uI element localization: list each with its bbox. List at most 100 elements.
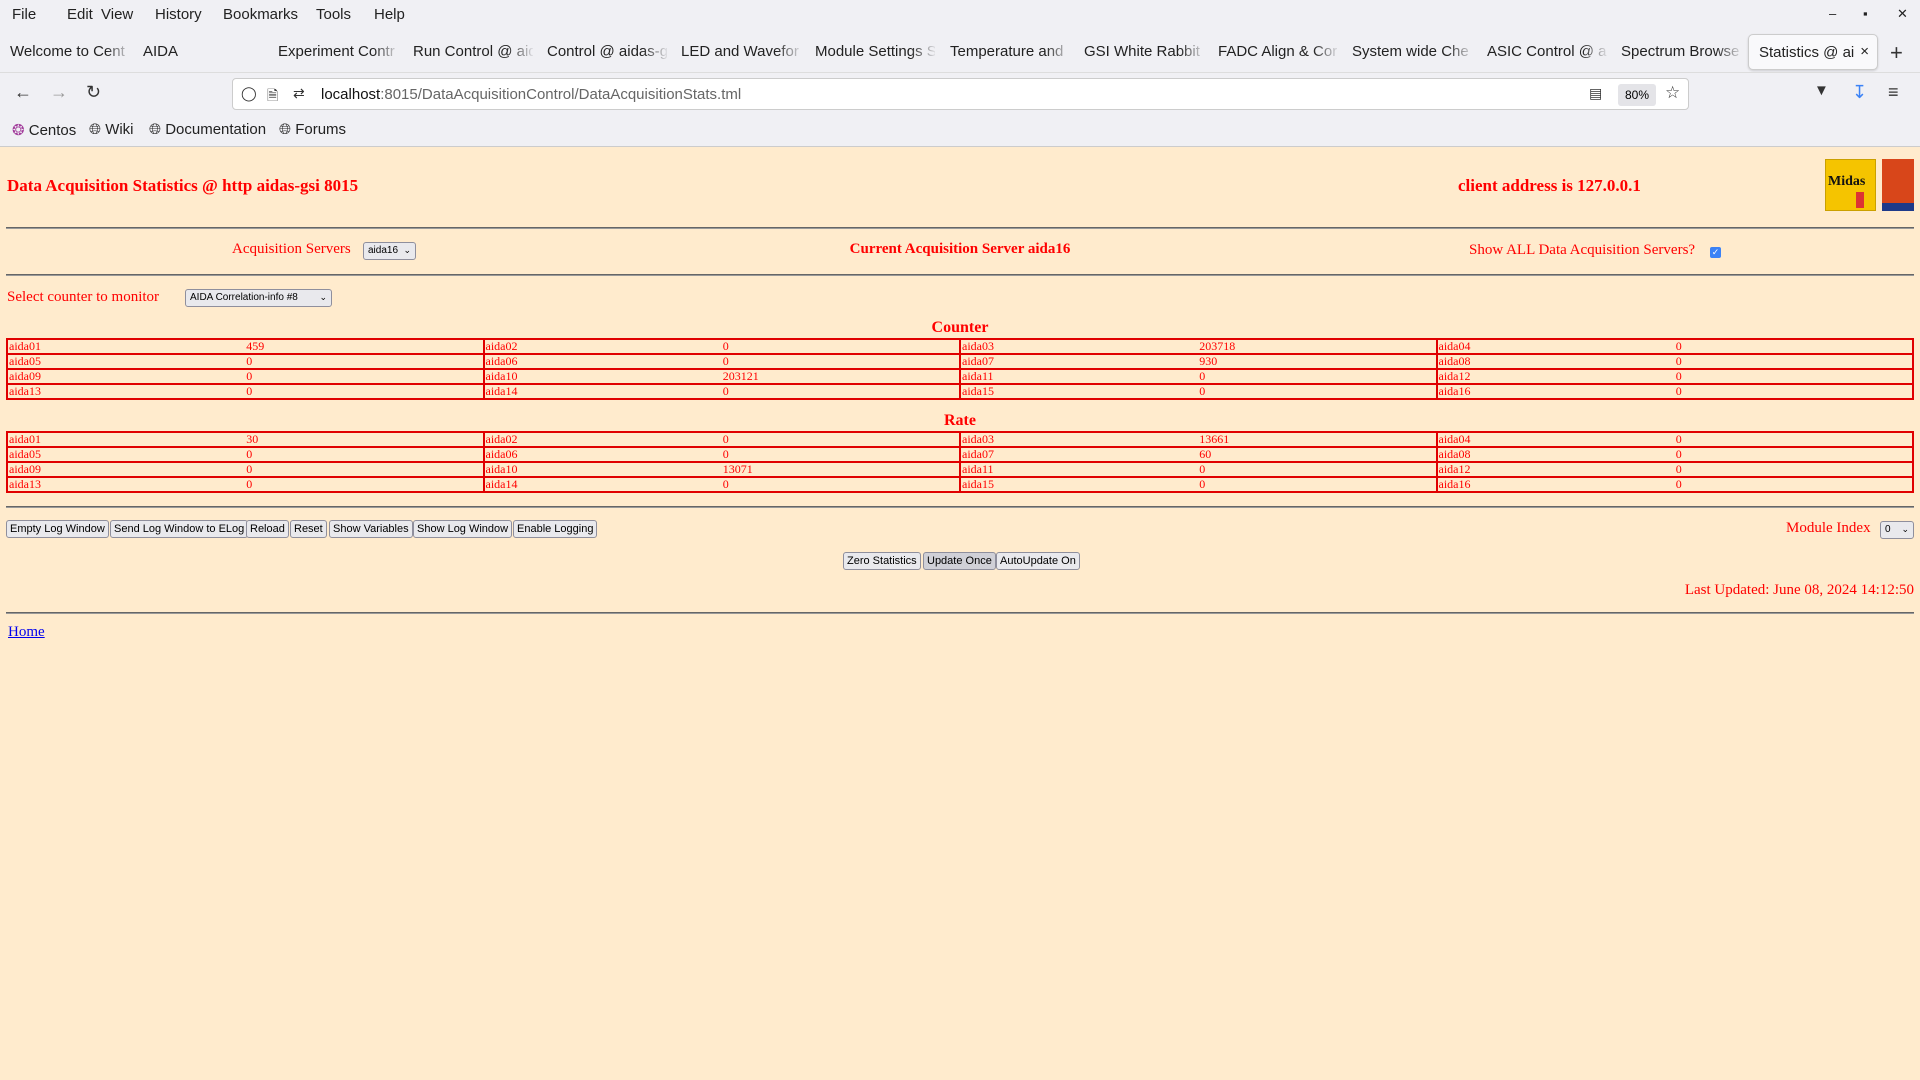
download-icon[interactable]: ↧ [1852, 82, 1867, 103]
cell-value: 0 [1674, 338, 1915, 355]
show-all-checkbox[interactable]: ✓ [1710, 247, 1721, 258]
cell-server: aida03 [958, 431, 1199, 448]
cell-server: aida15 [958, 383, 1199, 400]
tab-label: FADC Align & Cor [1218, 43, 1338, 60]
tab[interactable]: Temperature and [940, 34, 1072, 70]
tab[interactable]: Run Control @ aid [403, 34, 535, 70]
globe-icon: 🌐︎ [149, 121, 162, 138]
update-once-button[interactable]: Update Once [923, 552, 996, 570]
rate-heading: Rate [944, 412, 976, 429]
zoom-level[interactable]: 80% [1618, 84, 1656, 106]
menu-view[interactable]: View [101, 6, 133, 23]
divider [6, 274, 1914, 276]
tab-label: Welcome to Cent [10, 43, 125, 60]
send-log-window-to-elog-button[interactable]: Send Log Window to ELog [110, 520, 249, 538]
cell-value: 459 [245, 338, 484, 355]
cell-value: 0 [721, 338, 960, 355]
tab[interactable]: LED and Wavefor [671, 34, 803, 70]
reset-button[interactable]: Reset [290, 520, 327, 538]
cell-value: 0 [1674, 431, 1915, 448]
cell-server: aida08 [1435, 446, 1675, 463]
minimize-icon[interactable]: – [1829, 6, 1836, 21]
menu-file[interactable]: File [12, 6, 36, 23]
empty-log-window-button[interactable]: Empty Log Window [6, 520, 109, 538]
cell-server: aida05 [5, 446, 246, 463]
new-tab-button[interactable]: + [1890, 40, 1903, 66]
tab[interactable]: Experiment Contr [268, 34, 400, 70]
cell-server: aida13 [5, 476, 246, 493]
tab[interactable]: Spectrum Browse [1611, 34, 1743, 70]
tab-bar: Welcome to Cent AIDA Experiment Contr Run C… [0, 34, 1920, 70]
select-value: 0 [1885, 524, 1891, 535]
enable-logging-button[interactable]: Enable Logging [513, 520, 598, 538]
tab[interactable]: System wide Che [1342, 34, 1474, 70]
back-icon[interactable]: ← [14, 82, 32, 103]
reload-icon[interactable]: ↻ [86, 82, 101, 103]
url-bar[interactable]: ◯ 🗎 ⇄ localhost:8015/DataAcquisitionCont… [232, 78, 1689, 110]
menu-bookmarks[interactable]: Bookmarks [223, 6, 298, 23]
tab[interactable]: Statistics @ aid × [1748, 34, 1878, 70]
reader-view-icon[interactable]: ▤ [1589, 85, 1602, 102]
browser-chrome: File Edit View History Bookmarks Tools H… [0, 0, 1920, 147]
tab[interactable]: GSI White Rabbit [1074, 34, 1206, 70]
cell-value: 0 [245, 446, 484, 463]
shield-icon[interactable]: ◯ [241, 85, 257, 102]
star-icon[interactable]: ☆ [1665, 83, 1680, 103]
show-log-window-button[interactable]: Show Log Window [413, 520, 513, 538]
show-variables-button[interactable]: Show Variables [329, 520, 413, 538]
show-all-label: Show ALL Data Acquisition Servers? [1469, 242, 1696, 258]
table-row: aida13 0 aida14 0 aida15 0 aida16 0 [5, 383, 1915, 400]
hamburger-menu-icon[interactable]: ≡ [1888, 82, 1899, 103]
cell-server: aida14 [482, 476, 722, 493]
maximize-icon[interactable]: ▪ [1863, 6, 1868, 21]
tab[interactable]: Welcome to Cent [0, 34, 132, 70]
cell-value: 0 [721, 353, 960, 370]
bookmark-documentation[interactable]: 🌐︎ Documentation [149, 121, 266, 138]
close-tab-icon[interactable]: × [1860, 43, 1869, 60]
module-index-label: Module Index [1786, 520, 1871, 536]
bookmark-wiki[interactable]: 🌐︎ Wiki [89, 121, 134, 138]
module-index-select[interactable]: 0 ⌄ [1880, 521, 1914, 539]
tab[interactable]: Module Settings S [805, 34, 937, 70]
url-text[interactable]: localhost:8015/DataAcquisitionControl/Da… [321, 86, 741, 103]
menu-tools[interactable]: Tools [316, 6, 351, 23]
zero-statistics-button[interactable]: Zero Statistics [843, 552, 921, 570]
cell-value: 930 [1198, 353, 1437, 370]
tab-label: ASIC Control @ a [1487, 43, 1607, 60]
cell-server: aida11 [958, 461, 1199, 478]
page-icon[interactable]: 🗎 [267, 85, 278, 109]
home-link[interactable]: Home [8, 624, 45, 641]
counter-select[interactable]: AIDA Correlation-info #8 ⌄ [185, 289, 332, 307]
cell-value: 0 [721, 446, 960, 463]
menu-history[interactable]: History [155, 6, 202, 23]
menu-edit[interactable]: Edit [67, 6, 93, 23]
tab-label: Statistics @ aid [1759, 44, 1854, 61]
centos-icon: ❂ [12, 122, 25, 139]
cell-value: 203718 [1198, 338, 1437, 355]
bookmarks-bar: ❂ Centos 🌐︎ Wiki 🌐︎ Documentation 🌐︎ For… [0, 116, 1920, 144]
bookmark-forums[interactable]: 🌐︎ Forums [279, 121, 346, 138]
reload-button[interactable]: Reload [246, 520, 289, 538]
counter-heading: Counter [931, 319, 989, 336]
tab[interactable]: Control @ aidas-g [537, 34, 669, 70]
tcl-logo [1882, 159, 1914, 211]
bookmark-centos[interactable]: ❂ Centos [12, 121, 76, 139]
tab[interactable]: AIDA [133, 34, 265, 70]
cell-server: aida16 [1435, 476, 1675, 493]
cell-value: 0 [1674, 368, 1915, 385]
permissions-icon[interactable]: ⇄ [293, 85, 305, 102]
url-host: localhost [321, 86, 381, 103]
cell-server: aida01 [5, 338, 246, 355]
autoupdate-on-button[interactable]: AutoUpdate On [996, 552, 1080, 570]
cell-value: 0 [721, 431, 960, 448]
table-row: aida13 0 aida14 0 aida15 0 aida16 0 [5, 476, 1915, 493]
forward-icon[interactable]: → [50, 82, 68, 103]
cell-server: aida13 [5, 383, 246, 400]
tab[interactable]: FADC Align & Cor [1208, 34, 1340, 70]
cell-server: aida07 [958, 353, 1199, 370]
cell-value: 13661 [1198, 431, 1437, 448]
close-window-icon[interactable]: ✕ [1897, 6, 1908, 22]
pocket-icon[interactable]: ▼ [1814, 82, 1829, 99]
menu-help[interactable]: Help [374, 6, 405, 23]
tab[interactable]: ASIC Control @ a [1477, 34, 1609, 70]
